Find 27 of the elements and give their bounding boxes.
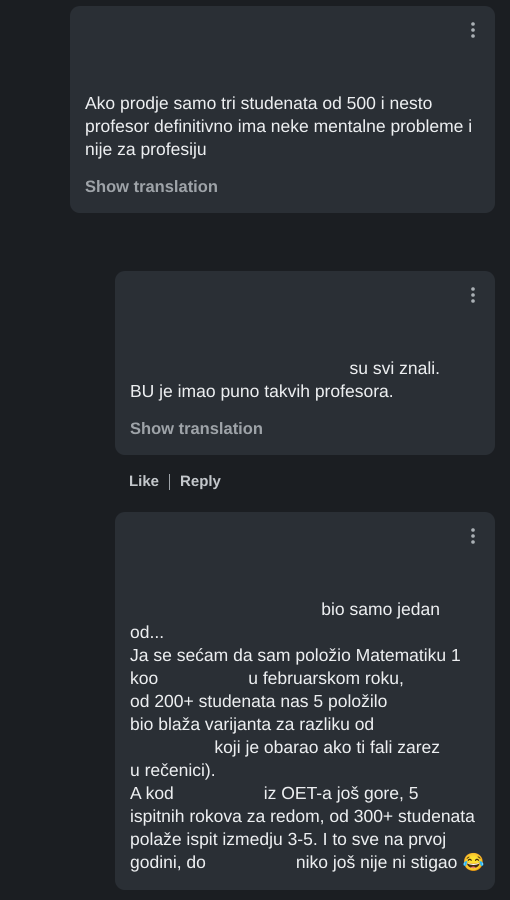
comment-text: profesor definitivno ima neke mentalne probleme i [85, 115, 472, 138]
reply-link[interactable]: Reply [180, 473, 221, 490]
comment-text: godini, do [130, 851, 206, 874]
comment-text: niko još nije ni stigao 😂 [296, 851, 484, 874]
comment-text: koji je obarao ako ti fali zarez [214, 736, 440, 759]
comment-text: u rečenici). [130, 759, 216, 782]
show-translation-link[interactable]: Show translation [85, 178, 218, 197]
comment-text: Ja se sećam da sam položio Matematiku 1 [130, 644, 461, 667]
comment-text: BU je imao puno takvih profesora. [130, 380, 394, 403]
comment-text: bio samo jedan [321, 598, 440, 621]
comment-text: Ako prodje samo tri studenata od 500 i nesto [85, 92, 432, 115]
more-options-icon[interactable] [471, 528, 475, 544]
comment-text: nije za profesiju [85, 138, 207, 161]
comment-text: iz OET-a još gore, 5 [264, 782, 418, 805]
show-translation-link[interactable]: Show translation [130, 420, 263, 439]
comment-text: od... [130, 621, 164, 644]
comment-text: koo [130, 667, 158, 690]
comment-text: ispitnih rokova za redom, od 300+ studenata [130, 805, 475, 828]
comment-text: od 200+ studenata nas 5 položilo [130, 690, 388, 713]
comment-text: su svi znali. [350, 357, 440, 380]
like-link[interactable]: Like [129, 473, 160, 490]
more-options-icon[interactable] [471, 287, 475, 303]
more-options-icon[interactable] [471, 22, 475, 38]
comment-text: polaže ispit izmedju 3-5. I to sve na prvoj [130, 828, 446, 851]
comment-text: bio blaža varijanta za razliku od [130, 713, 374, 736]
comment-text: A kod [130, 782, 174, 805]
comment-text: u februarskom roku, [248, 667, 404, 690]
